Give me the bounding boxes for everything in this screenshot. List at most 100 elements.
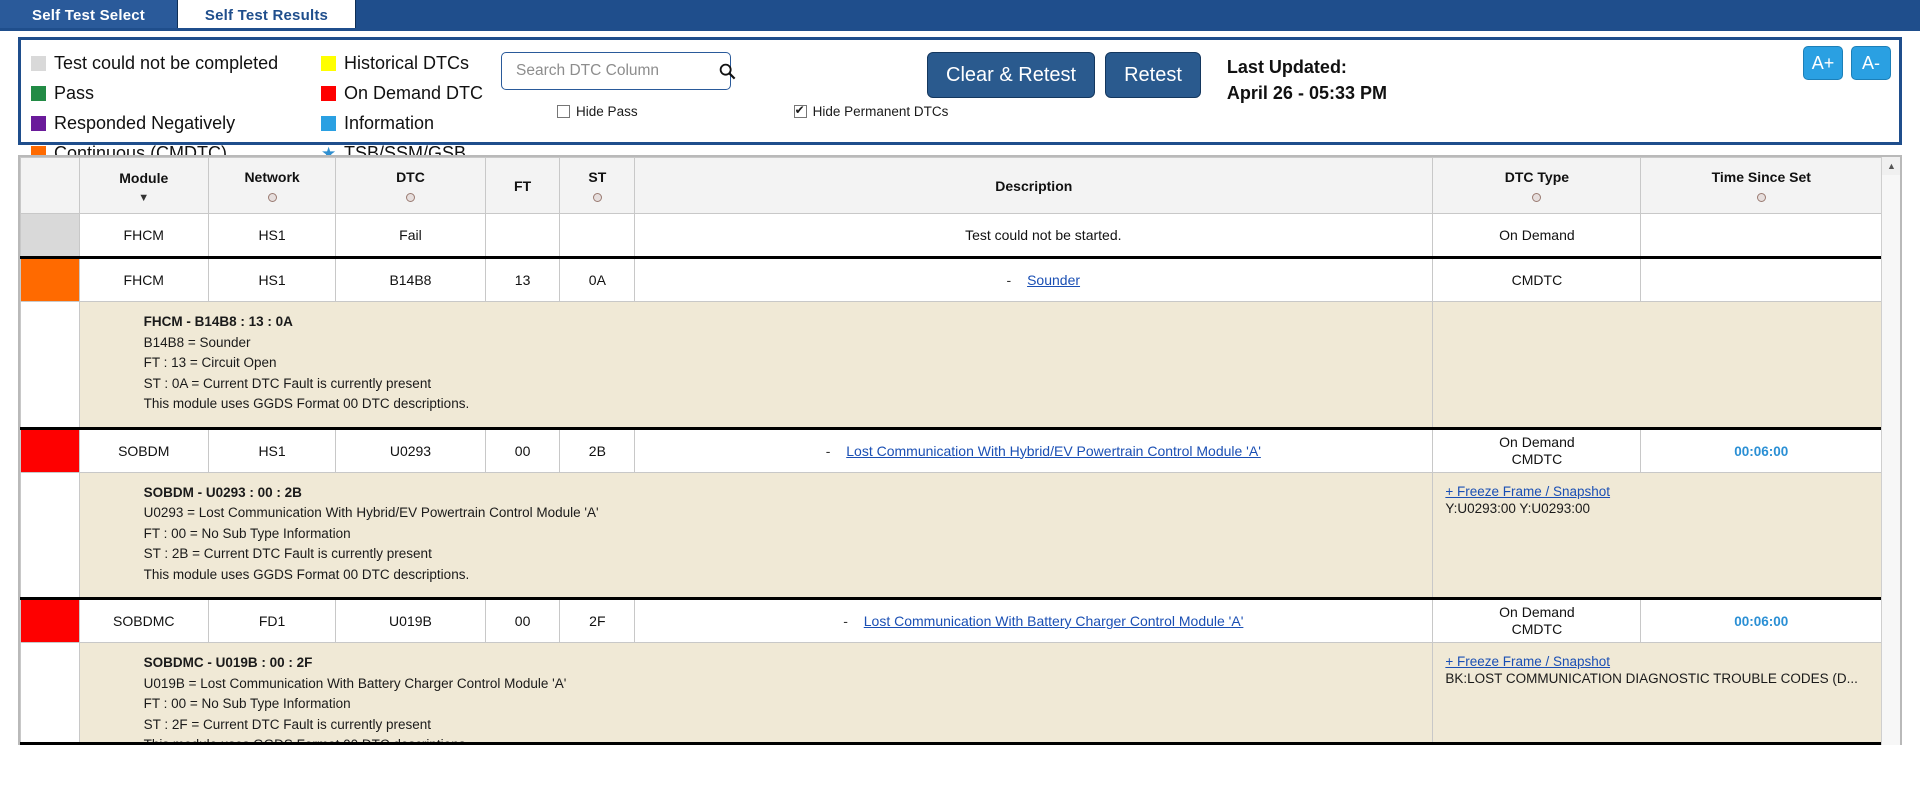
detail-line: U019B = Lost Communication With Battery … [143, 675, 567, 691]
retest-button[interactable]: Retest [1105, 52, 1201, 98]
time-since-set-value: 00:06:00 [1734, 614, 1789, 629]
legend-label: Test could not be completed [54, 52, 279, 73]
legend-label: Historical DTCs [344, 52, 470, 73]
cell-dtc: Fail [335, 213, 486, 258]
cell-ft: 13 [484, 256, 561, 302]
freeze-frame-link[interactable]: + Freeze Frame / Snapshot [1445, 484, 1610, 499]
detail-description-panel: SOBDMC - U019B : 00 : 2F U019B = Lost Co… [78, 642, 1434, 745]
search-box[interactable] [501, 52, 736, 90]
description-bullet: - [1006, 272, 1012, 288]
description-text: Test could not be started. [965, 227, 1122, 243]
detail-line: FT : 13 = Circuit Open [143, 355, 277, 370]
cell-description: - Lost Communication With Hybrid/EV Powe… [634, 426, 1434, 473]
column-header-label: DTC Type [1504, 169, 1570, 185]
column-header-module[interactable]: Module ▼ [78, 157, 209, 214]
legend-swatch-icon [31, 55, 46, 71]
dtc-results-table: Module ▼ Network DTC FT ST Description D… [20, 157, 1882, 745]
cell-st [559, 213, 636, 258]
legend-item-information: Information [321, 113, 483, 134]
sort-toggle-icon[interactable] [1532, 193, 1542, 202]
description-bullet: - [843, 613, 848, 629]
tab-label: Self Test Results [204, 7, 329, 24]
cell-ft: 00 [484, 597, 561, 643]
column-header-label: Network [244, 169, 300, 185]
action-buttons: Clear & Retest Retest [927, 52, 1201, 98]
column-header-dtc-type[interactable]: DTC Type [1432, 157, 1642, 214]
column-header-dtc[interactable]: DTC [335, 157, 486, 214]
legend-label: On Demand DTC [344, 82, 484, 103]
table-row[interactable]: SOBDM HS1 U0293 00 2B - Lost Communicati… [20, 426, 1882, 473]
column-header-label: Time Since Set [1711, 169, 1811, 185]
description-link[interactable]: Lost Communication With Hybrid/EV Powert… [846, 443, 1261, 459]
cell-network: HS1 [207, 426, 337, 473]
last-updated-title: Last Updated: [1226, 57, 1347, 77]
legend-label: Responded Negatively [54, 112, 236, 133]
checkbox-label: Hide Permanent DTCs [812, 104, 949, 119]
toolbar-panel-wrapper: Test could not be completed Historical D… [0, 31, 1920, 163]
dtc-results-table-container: Module ▼ Network DTC FT ST Description D… [18, 155, 1902, 745]
legend-label: Information [344, 112, 435, 133]
clear-and-retest-button[interactable]: Clear & Retest [927, 52, 1096, 98]
row-status-color-cell [20, 256, 80, 302]
table-row[interactable]: SOBDMC FD1 U019B 00 2F - Lost Communicat… [20, 597, 1882, 643]
column-header-st[interactable]: ST [559, 157, 636, 214]
table-row[interactable]: FHCM HS1 Fail Test could not be started.… [20, 213, 1882, 258]
status-swatch-icon [21, 600, 79, 642]
checkbox-hide-permanent-dtcs[interactable]: Hide Permanent DTCs [793, 103, 949, 119]
cell-dtc-type: On Demand CMDTC [1432, 597, 1642, 643]
cell-dtc-type: On Demand CMDTC [1432, 426, 1642, 473]
column-header-time-since-set[interactable]: Time Since Set [1640, 157, 1882, 214]
tab-self-test-results[interactable]: Self Test Results [178, 0, 356, 31]
table-row[interactable]: FHCM HS1 B14B8 13 0A - Sounder CMDTC [20, 256, 1882, 302]
cell-dtc: B14B8 [335, 256, 486, 302]
legend-item-historical-dtcs: Historical DTCs [321, 53, 483, 74]
cell-module: SOBDM [78, 426, 209, 473]
scrollbar-track[interactable] [1882, 175, 1900, 745]
tab-bar: Self Test Select Self Test Results [0, 0, 1920, 31]
checkbox-hide-pass[interactable]: Hide Pass [557, 104, 638, 119]
cell-time-since-set: 00:06:00 [1640, 426, 1882, 473]
description-bullet: - [825, 442, 831, 459]
filter-checkbox-row: Hide Pass Hide Permanent DTCs [501, 103, 948, 119]
checkbox-box-icon[interactable] [793, 103, 807, 118]
sort-toggle-icon[interactable] [592, 193, 602, 202]
sort-descending-icon[interactable]: ▼ [138, 192, 149, 203]
cell-module: SOBDMC [78, 597, 209, 643]
legend: Test could not be completed Historical D… [31, 48, 483, 168]
column-header-ft[interactable]: FT [484, 157, 561, 214]
cell-module: FHCM [78, 256, 209, 302]
button-label: A+ [1811, 52, 1835, 73]
cell-description: - Lost Communication With Battery Charge… [634, 597, 1434, 643]
font-decrease-button[interactable]: A- [1851, 46, 1891, 80]
description-link[interactable]: Lost Communication With Battery Charger … [864, 613, 1244, 629]
search-icon[interactable] [718, 62, 736, 80]
search-input[interactable] [514, 61, 719, 81]
cell-time-since-set [1640, 256, 1882, 302]
dtc-type-secondary: CMDTC [1511, 450, 1563, 467]
cell-dtc: U0293 [335, 426, 486, 473]
sort-toggle-icon[interactable] [1756, 193, 1766, 202]
status-swatch-icon [21, 259, 79, 301]
cell-description: Test could not be started. [634, 213, 1434, 258]
sort-toggle-icon[interactable] [267, 193, 277, 202]
freeze-frame-text: Y:U0293:00 Y:U0293:00 [1445, 500, 1590, 516]
dtc-type-primary: On Demand [1499, 604, 1575, 620]
freeze-frame-link[interactable]: + Freeze Frame / Snapshot [1445, 654, 1610, 669]
legend-label: Pass [54, 82, 95, 103]
column-header-color [20, 157, 80, 214]
detail-line: SOBDMC - U019B : 00 : 2F [143, 655, 313, 670]
column-header-network[interactable]: Network [207, 157, 337, 214]
scroll-up-arrow-icon[interactable]: ▲ [1882, 157, 1900, 175]
column-header-description[interactable]: Description [634, 157, 1434, 214]
font-increase-button[interactable]: A+ [1803, 46, 1843, 80]
tab-self-test-select[interactable]: Self Test Select [0, 0, 178, 31]
detail-description-panel: SOBDM - U0293 : 00 : 2B U0293 = Lost Com… [78, 471, 1434, 599]
description-link[interactable]: Sounder [1027, 272, 1080, 288]
detail-line: FT : 00 = No Sub Type Information [143, 525, 351, 541]
checkbox-box-icon[interactable] [557, 105, 571, 118]
table-scrollbar[interactable]: ▲ [1881, 157, 1900, 745]
column-header-label: Description [995, 177, 1073, 194]
tab-bar-filler [356, 0, 1920, 31]
sort-toggle-icon[interactable] [405, 193, 415, 202]
legend-item-on-demand-dtc: On Demand DTC [321, 83, 483, 104]
